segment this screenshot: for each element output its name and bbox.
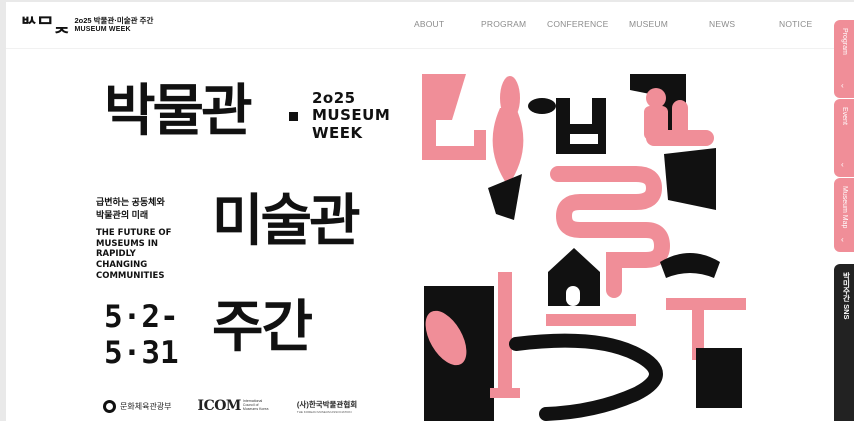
subtitle-ko-line-1: 급변하는 공동체와 <box>96 197 165 207</box>
event-dates: 5·2- 5·31 <box>104 299 179 371</box>
icom-sub-label: International Council of Museums Korea <box>242 399 269 411</box>
icom-logo: ICOM International Council of Museums Ko… <box>198 398 271 414</box>
main-nav: ABOUT PROGRAM CONFERENCE MUSEUM NEWS NOT… <box>6 2 854 48</box>
page-frame: ᄡᄆᆽ 2o25 박물관·미술관 주간 MUSEUM WEEK ABOUT PR… <box>6 2 854 421</box>
title-museum: 박물관 <box>104 79 253 144</box>
art-shape-black-wave <box>509 333 663 421</box>
site-header: ᄡᄆᆽ 2o25 박물관·미술관 주간 MUSEUM WEEK ABOUT PR… <box>6 2 854 49</box>
side-tab-event[interactable]: Event ‹ <box>834 99 854 177</box>
subtitle-en: THE FUTURE OF MUSEUMS IN RAPIDLY CHANGIN… <box>96 228 172 281</box>
art-shape-black-frame <box>424 286 494 421</box>
icom-label: ICOM <box>197 398 242 414</box>
subtitle-ko: 급변하는 공동체와 박물관의 미래 <box>96 196 165 222</box>
chevron-left-icon: ‹ <box>841 235 844 244</box>
kma-label: (사)한국박물관협회 <box>296 399 358 409</box>
side-tab-museum-map[interactable]: Museum Map ‹ <box>834 178 854 252</box>
nav-news[interactable]: NEWS <box>709 19 735 29</box>
subtitle-ko-line-2: 박물관의 미래 <box>96 210 149 221</box>
art-shape-pink-vase <box>492 76 524 186</box>
mcst-label: 문화체육관광부 <box>120 401 172 411</box>
en-title-week: WEEK <box>312 123 363 142</box>
title-week: 주간 <box>212 295 313 360</box>
art-shape-pink-bracket <box>422 74 486 160</box>
nav-notice[interactable]: NOTICE <box>779 19 812 29</box>
sponsor-logos: 문화체육관광부 ICOM International Council of Mu… <box>103 397 383 415</box>
hero-poster: 박물관 2o25 MUSEUM WEEK 급변하는 공동체와 박물관의 미래 T… <box>6 48 854 421</box>
art-shape-pink-figure <box>644 88 668 140</box>
side-tab-event-label: Event <box>841 107 848 125</box>
en-title: 2o25 MUSEUM WEEK <box>312 89 391 142</box>
kma-logo: (사)한국박물관협회 THE KOREAN MUSEUM ASSOCIATION <box>297 399 357 414</box>
title-bullet <box>289 112 298 121</box>
side-tab-program-label: Program <box>841 28 848 55</box>
nav-program[interactable]: PROGRAM <box>481 19 526 29</box>
side-tab-sns-label: 박미주간 SNS <box>842 272 851 320</box>
mcst-emblem-icon <box>103 399 116 413</box>
en-title-museum: MUSEUM <box>312 106 391 125</box>
mcst-logo: 문화체육관광부 <box>103 399 172 413</box>
side-tab-program[interactable]: Program ‹ <box>834 20 854 98</box>
nav-conference[interactable]: CONFERENCE <box>547 19 609 29</box>
nav-about[interactable]: ABOUT <box>414 19 444 29</box>
side-tab-sns[interactable]: 박미주간 SNS <box>834 264 854 421</box>
kma-sub-label: THE KOREAN MUSEUM ASSOCIATION <box>296 409 352 414</box>
nav-museum[interactable]: MUSEUM <box>629 19 668 29</box>
chevron-left-icon: ‹ <box>841 160 844 169</box>
side-tab-museum-map-label: Museum Map <box>841 186 848 229</box>
art-shape-black-house <box>548 248 600 306</box>
poster-artwork <box>422 74 746 421</box>
title-art-museum: 미술관 <box>212 189 361 254</box>
art-shape-pink-tower <box>490 272 520 398</box>
chevron-left-icon: ‹ <box>841 81 844 90</box>
year-text: 2o25 <box>312 89 356 107</box>
